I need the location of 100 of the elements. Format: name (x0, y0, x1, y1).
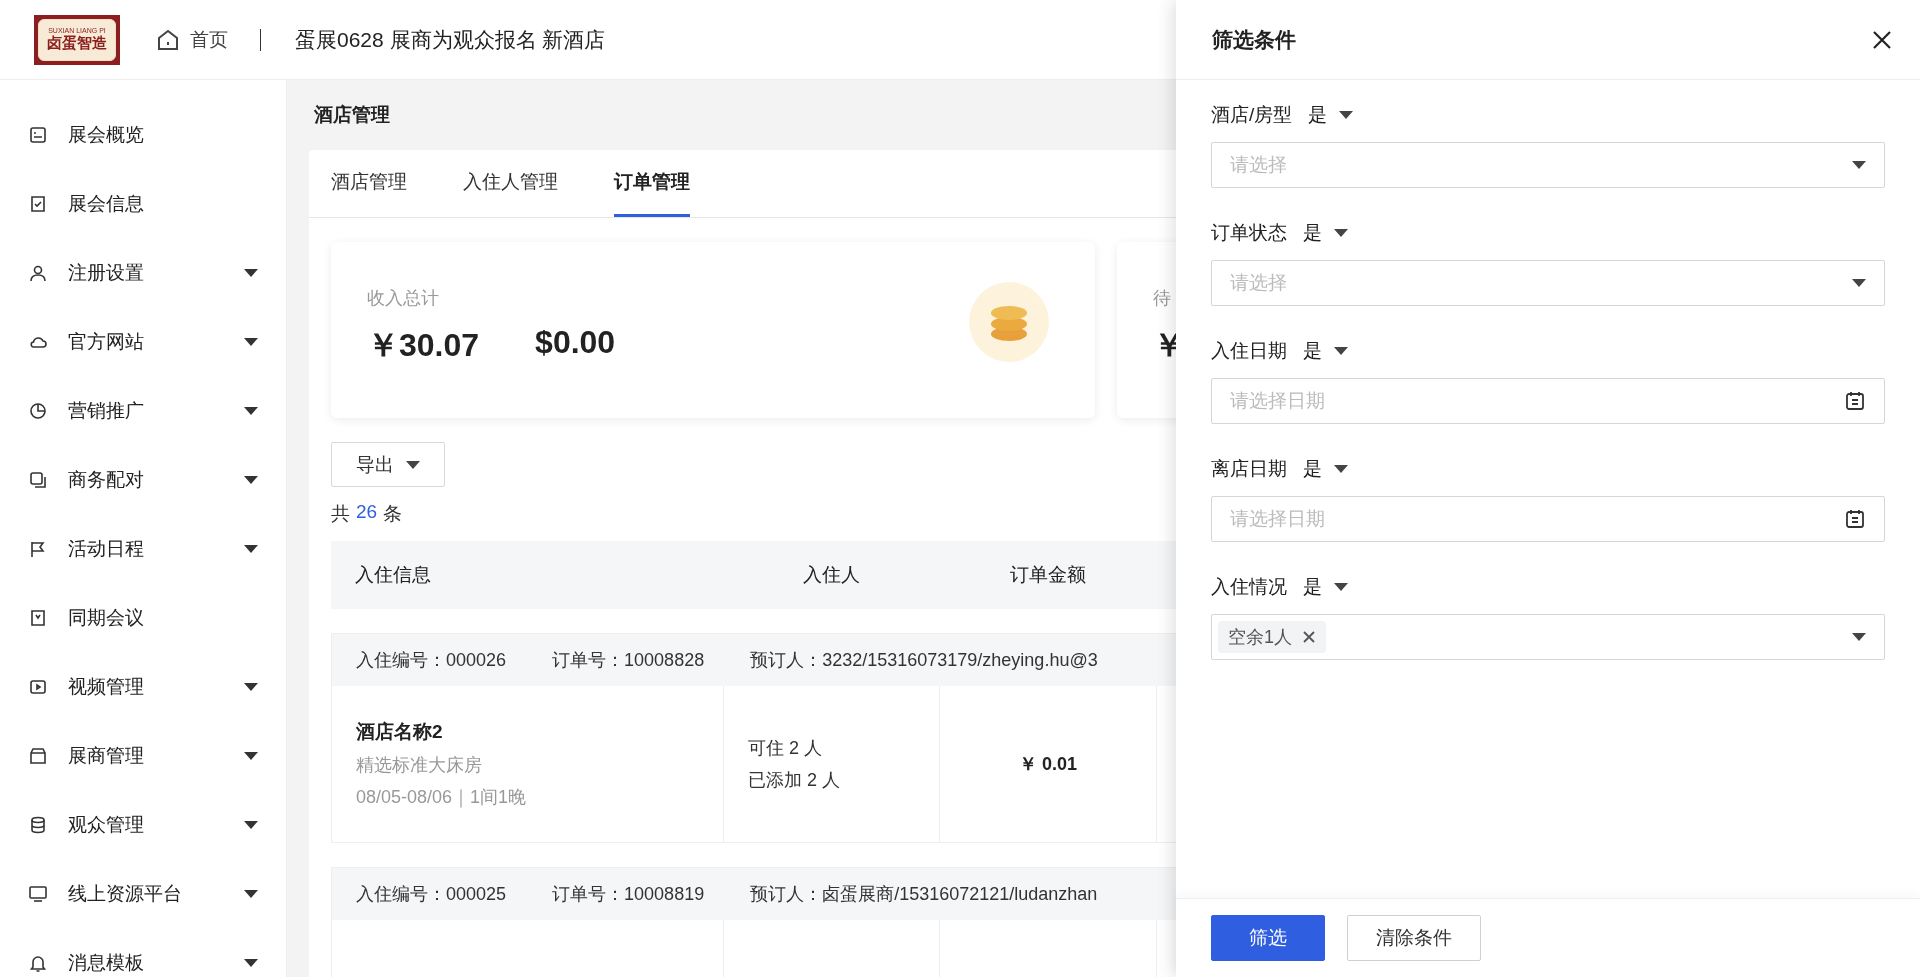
sidebar-label: 展会信息 (68, 191, 145, 216)
operator-dropdown[interactable]: 是 (1303, 220, 1348, 246)
caret-icon (1334, 583, 1348, 591)
placeholder-text: 请选择 (1229, 271, 1287, 295)
sidebar-item[interactable]: 展会概览 (0, 100, 286, 169)
booker-info: 预订人：3232/15316073179/zheying.hu@3 (750, 649, 1098, 672)
stat-value: ￥30.07 (367, 326, 480, 365)
home-link[interactable]: 首页 (156, 26, 228, 53)
filter-label: 入住日期 (1211, 339, 1287, 363)
sidebar-item[interactable]: 注册设置 (0, 238, 286, 307)
caret-icon (1334, 347, 1348, 355)
stat-label: 待 (1153, 287, 1172, 310)
sidebar-label: 线上资源平台 (68, 881, 183, 906)
checkin-number: 入住编号：000026 (356, 649, 507, 672)
caret-icon (244, 268, 258, 277)
record-count: 26 (356, 501, 378, 524)
sidebar-label: 视频管理 (68, 674, 145, 699)
close-icon (1872, 29, 1892, 50)
room-type: 精选标准大床房 (356, 754, 483, 777)
placeholder-text: 请选择日期 (1229, 389, 1325, 413)
sidebar-item[interactable]: 观众管理 (0, 790, 286, 859)
filter-label: 入住情况 (1211, 575, 1287, 599)
sidebar-label: 展商管理 (68, 743, 145, 768)
filter-label: 订单状态 (1211, 221, 1287, 245)
sidebar-label: 商务配对 (68, 467, 145, 492)
guests-added: 已添加 2 人 (748, 769, 841, 792)
operator-dropdown[interactable]: 是 (1308, 102, 1354, 128)
logo-text: 卤蛋智造 (47, 34, 107, 52)
tab[interactable]: 入住人管理 (463, 150, 558, 217)
caret-icon (244, 682, 258, 691)
caret-icon (1334, 465, 1348, 473)
page-title: 酒店管理 (314, 103, 390, 127)
sidebar-item[interactable]: 展商管理 (0, 721, 286, 790)
operator-dropdown[interactable]: 是 (1303, 456, 1348, 482)
column-header: 入住人 (801, 563, 861, 587)
sidebar-item[interactable]: 展会信息 (0, 169, 286, 238)
checkin-number: 入住编号：000025 (356, 883, 507, 906)
caret-icon (244, 337, 258, 346)
sidebar-item[interactable]: 视频管理 (0, 652, 286, 721)
guest-capacity: 可住 2 人 (748, 737, 823, 760)
sidebar-label: 注册设置 (68, 260, 145, 285)
coins-icon (969, 282, 1049, 362)
caret-icon (1334, 229, 1348, 237)
sidebar-item[interactable]: 官方网站 (0, 307, 286, 376)
count-suffix: 条 (383, 502, 403, 526)
sidebar-item[interactable]: 同期会议 (0, 583, 286, 652)
stat-value: $0.00 (535, 324, 616, 362)
monitor-icon (28, 883, 48, 904)
caret-icon (1852, 161, 1866, 169)
calendar-icon (1844, 508, 1866, 530)
sidebar-label: 观众管理 (68, 812, 145, 837)
sidebar-label: 营销推广 (68, 398, 145, 423)
copy-icon (28, 469, 48, 490)
caret-icon (244, 889, 258, 898)
store-icon (28, 745, 48, 766)
bookmark-icon (28, 607, 48, 628)
placeholder-text: 请选择 (1229, 153, 1287, 177)
sidebar-label: 同期会议 (68, 605, 145, 630)
caret-icon (1339, 111, 1354, 119)
calendar-icon (1844, 390, 1866, 412)
caret-icon (1852, 633, 1866, 641)
selected-tag: 空余1人 (1218, 621, 1326, 653)
sidebar-item[interactable]: 线上资源平台 (0, 859, 286, 928)
tab[interactable]: 酒店管理 (331, 150, 407, 217)
sidebar-item[interactable]: 活动日程 (0, 514, 286, 583)
sidebar-label: 官方网站 (68, 329, 145, 354)
caret-icon (244, 751, 258, 760)
caret-icon (244, 958, 258, 967)
drawer-title: 筛选条件 (1212, 26, 1296, 53)
sidebar-item[interactable]: 商务配对 (0, 445, 286, 514)
sidebar-label: 活动日程 (68, 536, 145, 561)
operator-dropdown[interactable]: 是 (1303, 338, 1348, 364)
multi-select-field[interactable]: 空余1人 (1211, 614, 1885, 660)
count-prefix: 共 (331, 502, 350, 526)
caret-icon (244, 820, 258, 829)
operator-dropdown[interactable]: 是 (1303, 574, 1348, 600)
export-button[interactable]: 导出 (331, 442, 445, 487)
column-header: 入住信息 (354, 563, 432, 587)
remove-icon[interactable] (1302, 630, 1316, 644)
sidebar-label: 展会概览 (68, 122, 145, 147)
sidebar-item[interactable]: 营销推广 (0, 376, 286, 445)
caret-icon (406, 460, 420, 469)
pie-chart-icon (28, 400, 48, 421)
stat-label: 收入总计 (367, 287, 440, 310)
caret-icon (1852, 279, 1866, 287)
stay-dates: 08/05-08/06｜1间1晚 (356, 786, 528, 809)
clear-button[interactable]: 清除条件 (1347, 915, 1481, 961)
event-title: 蛋展0628 展商为观众报名 新酒店 (295, 26, 606, 53)
order-amount: ￥ 0.01 (1018, 753, 1077, 776)
caret-icon (244, 406, 258, 415)
sidebar-item[interactable]: 消息模板 (0, 928, 286, 977)
caret-icon (244, 475, 258, 484)
placeholder-text: 请选择日期 (1229, 507, 1325, 531)
tab[interactable]: 订单管理 (614, 150, 690, 217)
filter-label: 离店日期 (1211, 457, 1287, 481)
list-icon (28, 124, 48, 145)
column-header: 订单金额 (1008, 563, 1087, 587)
filter-button[interactable]: 筛选 (1211, 915, 1325, 961)
order-number: 订单号：10008819 (552, 883, 705, 906)
hotel-name: 酒店名称2 (356, 720, 444, 744)
